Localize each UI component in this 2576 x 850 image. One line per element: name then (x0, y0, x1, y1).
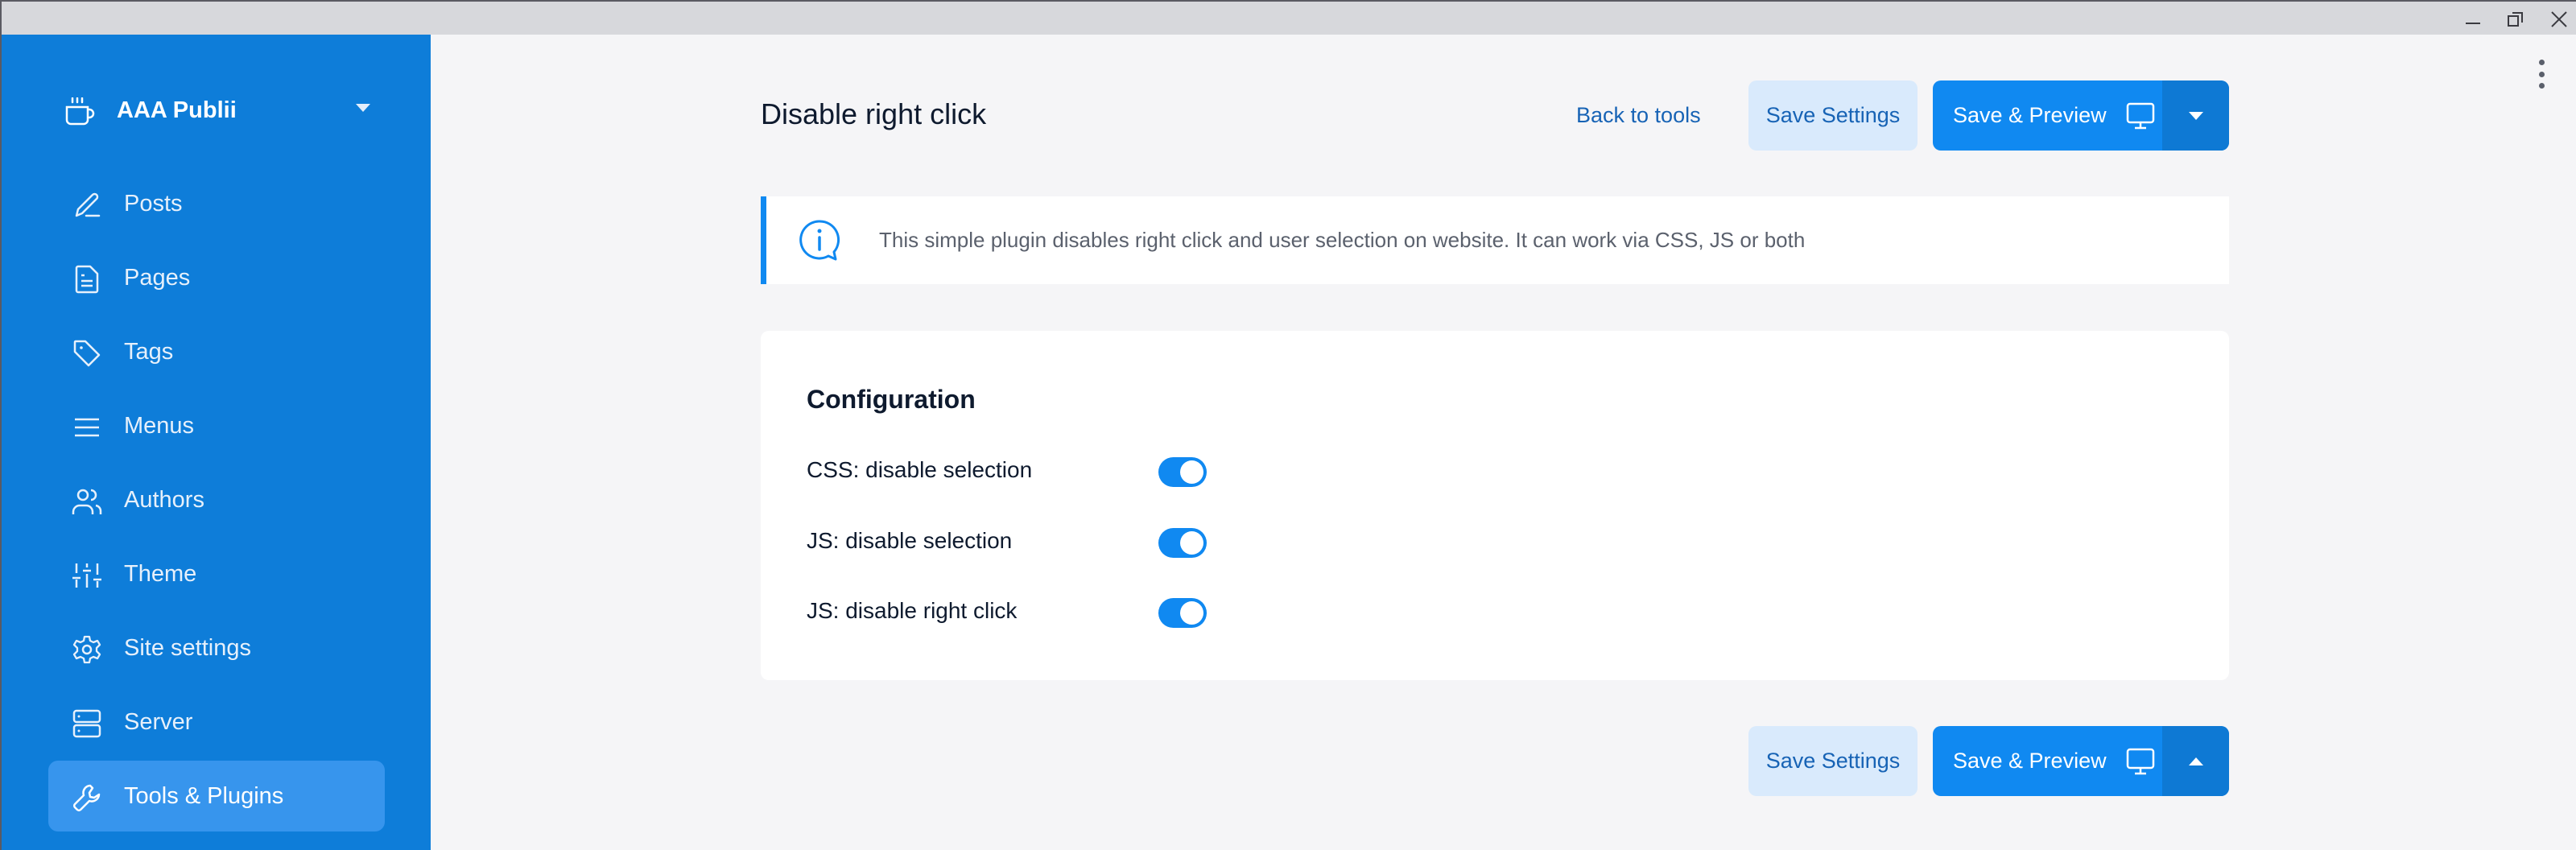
sidebar-item-label: Tags (124, 339, 174, 365)
sidebar-nav: Posts Pages Tags Menus Authors Theme Sit… (48, 168, 385, 835)
tag-icon (71, 339, 103, 368)
option-css-disable-selection: CSS: disable selection (807, 454, 1290, 487)
kebab-dot-icon (2538, 71, 2545, 77)
restore-icon (2508, 12, 2523, 27)
js-disable-right-click-toggle[interactable] (1158, 598, 1207, 628)
sidebar-item-theme[interactable]: Theme (48, 538, 385, 609)
site-name: AAA Publii (117, 97, 237, 123)
footer-save-preview-dropdown-toggle[interactable] (2162, 726, 2229, 796)
sidebar-item-menus[interactable]: Menus (48, 390, 385, 461)
sidebar-item-posts[interactable]: Posts (48, 168, 385, 239)
sidebar-item-label: Authors (124, 487, 204, 513)
toggle-knob (1180, 460, 1203, 484)
site-switcher[interactable]: AAA Publii (50, 91, 388, 131)
sidebar-item-label: Site settings (124, 635, 251, 661)
minimize-button[interactable] (2457, 6, 2489, 32)
page-title: Disable right click (761, 97, 987, 130)
minimize-icon (2466, 23, 2480, 24)
kebab-dot-icon (2538, 83, 2545, 89)
sidebar: AAA Publii Posts Pages Tags Menus Author… (2, 35, 431, 850)
option-js-disable-right-click: JS: disable right click (807, 595, 1290, 628)
info-text: This simple plugin disables right click … (879, 228, 1806, 252)
sidebar-item-tags[interactable]: Tags (48, 316, 385, 387)
plugin-info-box: This simple plugin disables right click … (761, 196, 2229, 284)
sidebar-item-label: Theme (124, 561, 197, 587)
menu-lines-icon (71, 413, 103, 442)
close-button[interactable] (2543, 6, 2575, 32)
sidebar-item-label: Posts (124, 191, 183, 217)
footer-save-preview-button[interactable]: Save & Preview (1933, 726, 2162, 796)
toggle-knob (1180, 601, 1203, 625)
sidebar-item-label: Pages (124, 265, 191, 291)
option-label: CSS: disable selection (807, 457, 1033, 482)
monitor-icon (2126, 102, 2154, 129)
sidebar-item-pages[interactable]: Pages (48, 242, 385, 313)
window-titlebar (2, 0, 2576, 35)
js-disable-selection-toggle[interactable] (1158, 528, 1207, 558)
sidebar-item-tools-plugins[interactable]: Tools & Plugins (48, 761, 385, 831)
sidebar-item-authors[interactable]: Authors (48, 464, 385, 535)
gear-icon (71, 635, 103, 664)
sidebar-item-server[interactable]: Server (48, 687, 385, 757)
close-icon (2551, 11, 2567, 27)
pencil-icon (71, 191, 103, 220)
css-disable-selection-toggle[interactable] (1158, 457, 1207, 487)
server-icon (71, 709, 103, 738)
caret-up-icon (2188, 757, 2203, 765)
save-preview-button-group: Save & Preview (1933, 80, 2229, 151)
configuration-title: Configuration (807, 385, 976, 414)
wrench-icon (71, 783, 103, 812)
sliders-icon (71, 561, 103, 590)
kebab-dot-icon (2538, 60, 2545, 65)
save-preview-label: Save & Preview (1953, 103, 2107, 127)
toggle-knob (1180, 531, 1203, 555)
back-to-tools-link[interactable]: Back to tools (1576, 100, 1701, 130)
configuration-card: Configuration CSS: disable selection JS:… (761, 331, 2229, 680)
monitor-icon (2126, 748, 2154, 774)
sidebar-item-site-settings[interactable]: Site settings (48, 613, 385, 683)
document-icon (71, 265, 103, 294)
sidebar-item-label: Tools & Plugins (124, 783, 284, 809)
option-js-disable-selection: JS: disable selection (807, 525, 1290, 558)
save-preview-dropdown-toggle[interactable] (2162, 80, 2229, 151)
save-preview-button[interactable]: Save & Preview (1933, 80, 2162, 151)
footer-save-preview-button-group: Save & Preview (1933, 726, 2229, 796)
save-settings-button[interactable]: Save Settings (1748, 80, 1918, 151)
option-label: JS: disable selection (807, 528, 1013, 553)
sidebar-item-label: Menus (124, 413, 195, 439)
option-label: JS: disable right click (807, 598, 1018, 623)
users-icon (71, 487, 103, 516)
footer-save-settings-button[interactable]: Save Settings (1748, 726, 1918, 796)
chevron-down-icon (356, 104, 370, 112)
save-preview-label: Save & Preview (1953, 749, 2107, 773)
restore-button[interactable] (2500, 6, 2532, 32)
caret-down-icon (2188, 111, 2203, 120)
coffee-cup-icon (65, 97, 95, 126)
more-options-button[interactable] (2532, 58, 2551, 90)
info-icon (799, 220, 840, 261)
sidebar-item-label: Server (124, 709, 193, 735)
